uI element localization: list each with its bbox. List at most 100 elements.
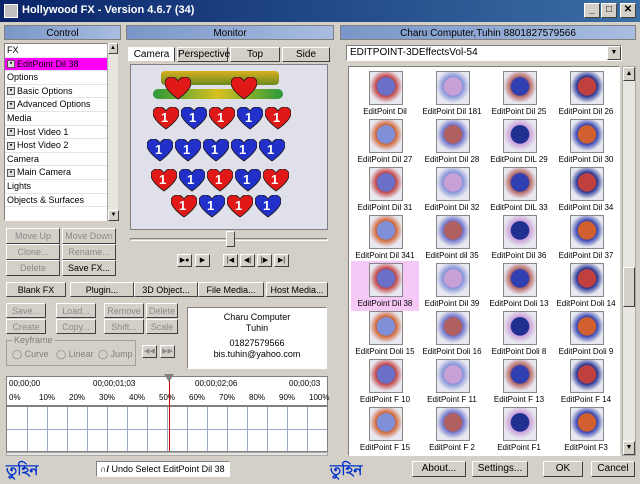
- effect-thumbnail[interactable]: EditPoint DIL 29: [485, 117, 553, 167]
- curve-radio[interactable]: ◯ Curve: [12, 349, 49, 360]
- save-keyframe-button[interactable]: Save...: [6, 303, 46, 318]
- control-item-7[interactable]: ▪ Host Video 2: [5, 139, 116, 153]
- effect-thumbnail[interactable]: EditPoint Dil 30: [552, 117, 619, 167]
- monitor-viewport[interactable]: 1111111111111111111: [130, 64, 328, 230]
- effects-library-dropdown[interactable]: EDITPOINT-3DEffectsVol-54 ▼: [346, 45, 622, 61]
- effect-thumbnail[interactable]: EditPoint F 15: [351, 405, 419, 455]
- play-loop-icon[interactable]: ▶●: [177, 254, 192, 267]
- effect-thumbnail[interactable]: EditPoint F 14: [552, 357, 619, 407]
- delete-button[interactable]: Delete: [6, 260, 60, 276]
- prev-frame-icon[interactable]: ◀|: [240, 254, 255, 267]
- effect-thumbnail[interactable]: EditPoint Dil 37: [552, 213, 619, 263]
- effect-thumbnail[interactable]: EditPoint Dil 34: [552, 165, 619, 215]
- effect-thumbnail[interactable]: EditPoint F 2: [418, 405, 486, 455]
- effect-thumbnail[interactable]: EditPoint F3: [552, 405, 619, 455]
- tab-top[interactable]: Top: [230, 47, 280, 62]
- effect-thumbnail[interactable]: EditPoint Doli 8: [485, 309, 553, 359]
- timeline-scrollbar[interactable]: [6, 452, 328, 456]
- effect-thumbnail[interactable]: EditPoint Dil 36: [485, 213, 553, 263]
- jump-radio[interactable]: ◯ Jump: [98, 349, 133, 360]
- last-frame-icon[interactable]: ▶|: [274, 254, 289, 267]
- effect-thumbnail[interactable]: EditPoint F1: [485, 405, 553, 455]
- control-item-1[interactable]: ▪ EditPoint Dil 38: [5, 57, 116, 72]
- close-button[interactable]: ✕: [620, 3, 636, 18]
- preview-slider-thumb[interactable]: [226, 231, 235, 247]
- effect-thumbnail[interactable]: EditPoint Dil 39: [418, 261, 486, 311]
- ok-button[interactable]: OK: [543, 461, 583, 477]
- undo-field[interactable]: ∩/ Undo Select EditPoint Dil 38: [96, 461, 230, 477]
- host-media-button[interactable]: Host Media...: [266, 282, 328, 297]
- next-keyframe-icon[interactable]: ▶▶: [160, 345, 175, 358]
- maximize-button[interactable]: □: [601, 3, 617, 18]
- effect-thumbnail[interactable]: EditPoint Dil 27: [351, 117, 419, 167]
- settings-button[interactable]: Settings...: [472, 461, 528, 477]
- control-item-2[interactable]: Options: [5, 71, 116, 85]
- effect-thumbnail[interactable]: EditPoint Doli 13: [485, 261, 553, 311]
- plugin-button[interactable]: Plugin...: [70, 282, 134, 297]
- effect-thumbnail[interactable]: EditPoint Dil 38: [351, 261, 419, 311]
- control-item-4[interactable]: ▪ Advanced Options: [5, 98, 116, 112]
- remove-keyframe-button[interactable]: Remove: [104, 303, 144, 318]
- blank-fx-button[interactable]: Blank FX: [6, 282, 66, 297]
- tab-side[interactable]: Side: [282, 47, 330, 62]
- control-item-11[interactable]: Objects & Surfaces: [5, 193, 116, 208]
- chevron-down-icon[interactable]: ▼: [607, 46, 621, 60]
- effect-thumbnail[interactable]: EditPoint Dil 181: [418, 69, 486, 119]
- 3d-object-button[interactable]: 3D Object...: [134, 282, 198, 297]
- effect-thumbnail[interactable]: EditPoint F 13: [485, 357, 553, 407]
- control-item-8[interactable]: Camera: [5, 152, 116, 167]
- scroll-up-icon[interactable]: ▲: [623, 67, 635, 81]
- shift-keyframe-button[interactable]: Shift...: [104, 319, 144, 334]
- effect-thumbnail[interactable]: EditPoint Dil 31: [351, 165, 419, 215]
- control-tree[interactable]: FX ▪ EditPoint Dil 38 Options ▪ Basic Options…: [4, 43, 117, 221]
- prev-keyframe-icon[interactable]: ◀◀: [142, 345, 157, 358]
- scroll-down-icon[interactable]: ▼: [108, 210, 119, 221]
- cancel-button[interactable]: Cancel: [591, 461, 635, 477]
- linear-radio[interactable]: ◯ Linear: [56, 349, 94, 360]
- tab-perspective[interactable]: Perspective: [177, 47, 230, 62]
- effects-grid[interactable]: EditPoint Dil EditPoint Dil 181 EditPoint …: [348, 66, 620, 456]
- effect-thumbnail[interactable]: EditPoint Dil 25: [485, 69, 553, 119]
- effects-scrollbar[interactable]: ▲ ▼: [622, 66, 636, 456]
- effect-thumbnail[interactable]: EditPoint Doli 16: [418, 309, 486, 359]
- next-frame-icon[interactable]: |▶: [257, 254, 272, 267]
- control-item-10[interactable]: Lights: [5, 179, 116, 194]
- playhead-marker-icon[interactable]: [164, 374, 174, 382]
- effect-thumbnail[interactable]: EditPoint Doli 9: [552, 309, 619, 359]
- effect-thumbnail[interactable]: EditPoint F 11: [418, 357, 486, 407]
- effect-thumbnail[interactable]: EditPoint dil 35: [418, 213, 486, 263]
- move-up-button[interactable]: Move Up: [6, 228, 60, 244]
- effect-thumbnail[interactable]: EditPoint Dil 32: [418, 165, 486, 215]
- control-item-5[interactable]: Media: [5, 111, 116, 126]
- effect-thumbnail[interactable]: EditPoint Doli 14: [552, 261, 619, 311]
- minimize-button[interactable]: _: [584, 3, 600, 18]
- play-icon[interactable]: ▶: [195, 254, 210, 267]
- control-item-6[interactable]: ▪ Host Video 1: [5, 126, 116, 140]
- copy-keyframe-button[interactable]: Copy...: [56, 319, 96, 334]
- effect-thumbnail[interactable]: EditPoint DIL 33: [485, 165, 553, 215]
- scroll-down-icon[interactable]: ▼: [623, 441, 635, 455]
- move-down-button[interactable]: Move Down: [62, 228, 116, 244]
- control-item-0[interactable]: FX: [5, 44, 116, 58]
- create-keyframe-button[interactable]: Create: [6, 319, 46, 334]
- timeline-track[interactable]: [6, 406, 328, 452]
- control-item-3[interactable]: ▪ Basic Options: [5, 85, 116, 99]
- rename-button[interactable]: Rename...: [62, 244, 116, 260]
- control-item-9[interactable]: ▪ Main Camera: [5, 166, 116, 180]
- first-frame-icon[interactable]: |◀: [223, 254, 238, 267]
- effect-thumbnail[interactable]: EditPoint Dil 341: [351, 213, 419, 263]
- scale-keyframe-button[interactable]: Scale: [146, 319, 178, 334]
- effect-thumbnail[interactable]: EditPoint Dil 28: [418, 117, 486, 167]
- tab-camera[interactable]: Camera: [128, 47, 175, 62]
- effect-thumbnail[interactable]: EditPoint F 10: [351, 357, 419, 407]
- scroll-up-icon[interactable]: ▲: [108, 43, 118, 54]
- effect-thumbnail[interactable]: EditPoint Dil: [351, 69, 419, 119]
- about-button[interactable]: About...: [412, 461, 466, 477]
- effect-thumbnail[interactable]: EditPoint Doli 15: [351, 309, 419, 359]
- file-media-button[interactable]: File Media...: [198, 282, 264, 297]
- control-scrollbar[interactable]: ▲ ▼: [107, 43, 119, 221]
- effect-thumbnail[interactable]: EditPoint Dil 26: [552, 69, 619, 119]
- delete-keyframe-button[interactable]: Delete: [146, 303, 178, 318]
- clone-button[interactable]: Clone...: [6, 244, 60, 260]
- load-keyframe-button[interactable]: Load...: [56, 303, 96, 318]
